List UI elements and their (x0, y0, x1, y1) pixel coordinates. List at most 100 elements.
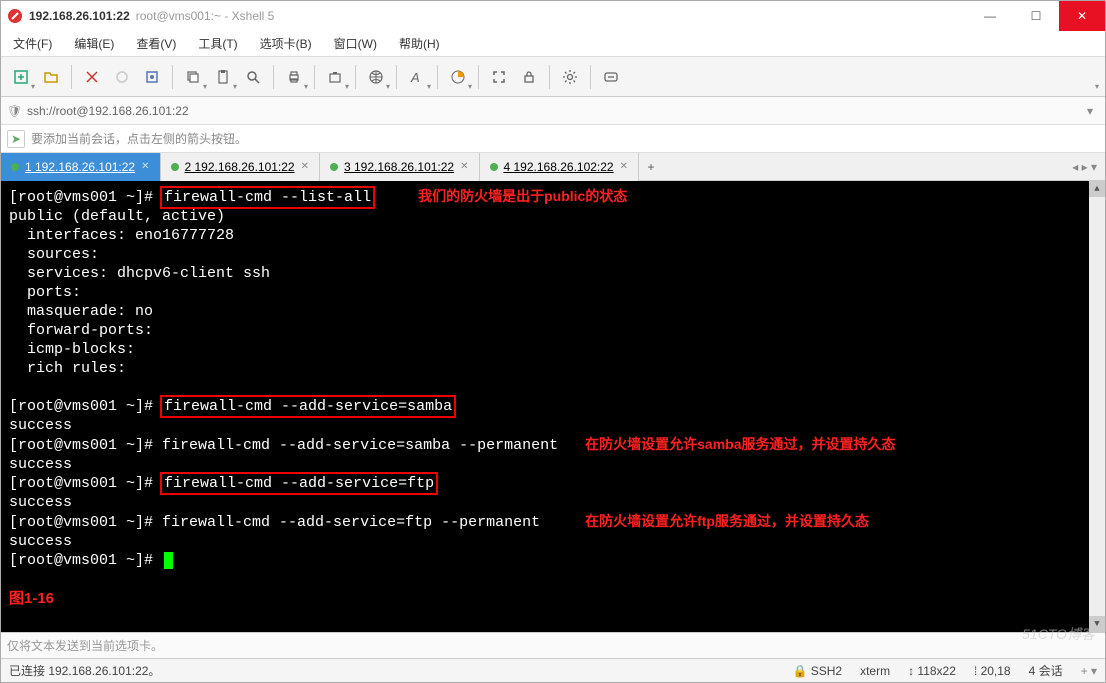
reconnect-button[interactable] (78, 63, 106, 91)
tab-label: 2 192.168.26.101:22 (185, 160, 295, 174)
session-tab-4[interactable]: 4 192.168.26.102:22 ✕ (480, 153, 640, 181)
toolbar: A (1, 57, 1105, 97)
scroll-up-icon[interactable]: ▲ (1089, 181, 1105, 197)
status-connection: 已连接 192.168.26.101:22。 (9, 662, 160, 679)
cmd-list-all: firewall-cmd --list-all (162, 188, 373, 207)
menu-edit[interactable]: 编辑(E) (70, 33, 118, 54)
terminal-output: public (default, active) interfaces: eno… (9, 208, 270, 377)
tabbar: 1 192.168.26.101:22 ✕ 2 192.168.26.101:2… (1, 153, 1105, 181)
status-cursor-pos: ⁞ 20,18 (974, 664, 1011, 678)
color-button[interactable] (444, 63, 472, 91)
terminal-prompt: [root@vms001 ~]# (9, 437, 162, 454)
status-dot-icon (171, 163, 179, 171)
maximize-button[interactable]: ☐ (1013, 1, 1059, 31)
terminal-output: success (9, 456, 72, 473)
terminal-output: success (9, 417, 72, 434)
new-tab-button[interactable]: + (639, 160, 663, 174)
status-term-type: xterm (860, 664, 890, 678)
menu-file[interactable]: 文件(F) (9, 33, 56, 54)
titlebar: 192.168.26.101:22 root@vms001:~ - Xshell… (1, 1, 1105, 31)
address-dropdown[interactable]: ▾ (1081, 104, 1099, 118)
window-title-host: 192.168.26.101:22 (29, 9, 130, 23)
toolbar-separator (396, 65, 397, 89)
menu-help[interactable]: 帮助(H) (395, 33, 444, 54)
cmd-add-samba-perm: firewall-cmd --add-service=samba --perma… (162, 437, 558, 454)
window-title-sub: root@vms001:~ - Xshell 5 (136, 9, 275, 23)
toolbar-separator (172, 65, 173, 89)
cursor (164, 552, 173, 569)
session-tab-2[interactable]: 2 192.168.26.101:22 ✕ (161, 153, 321, 181)
menu-tabs[interactable]: 选项卡(B) (256, 33, 316, 54)
toolbar-separator (478, 65, 479, 89)
tab-label: 4 192.168.26.102:22 (504, 160, 614, 174)
session-tab-3[interactable]: 3 192.168.26.101:22 ✕ (320, 153, 480, 181)
tab-close-icon[interactable]: ✕ (460, 161, 468, 172)
lock-button[interactable] (515, 63, 543, 91)
scroll-track[interactable] (1089, 197, 1105, 616)
menu-window[interactable]: 窗口(W) (330, 33, 381, 54)
font-button[interactable]: A (403, 63, 431, 91)
toolbar-separator (71, 65, 72, 89)
send-bar-text: 仅将文本发送到当前选项卡。 (7, 637, 163, 654)
copy-button[interactable] (179, 63, 207, 91)
tab-nav-arrows[interactable]: ◂ ▸ ▾ (1064, 160, 1105, 174)
tab-close-icon[interactable]: ✕ (620, 161, 628, 172)
status-overflow[interactable]: + ▾ (1081, 664, 1097, 678)
session-tab-1[interactable]: 1 192.168.26.101:22 ✕ (1, 153, 161, 181)
cmd-add-samba: firewall-cmd --add-service=samba (162, 397, 454, 416)
watermark: 51CTO博客 (1022, 624, 1095, 644)
cmd-add-ftp: firewall-cmd --add-service=ftp (162, 474, 436, 493)
address-bar: 🛡 ssh://root@192.168.26.101:22 ▾ (1, 97, 1105, 125)
figure-label: 图1-16 (9, 590, 54, 607)
tab-close-icon[interactable]: ✕ (301, 161, 309, 172)
fullscreen-button[interactable] (485, 63, 513, 91)
tab-label: 1 192.168.26.101:22 (25, 160, 135, 174)
settings-button[interactable] (556, 63, 584, 91)
close-button[interactable]: ✕ (1059, 1, 1105, 31)
status-dot-icon (11, 163, 19, 171)
terminal-prompt: [root@vms001 ~]# (9, 475, 162, 492)
compose-button[interactable] (597, 63, 625, 91)
menubar: 文件(F) 编辑(E) 查看(V) 工具(T) 选项卡(B) 窗口(W) 帮助(… (1, 31, 1105, 57)
open-session-button[interactable] (37, 63, 65, 91)
minimize-button[interactable]: — (967, 1, 1013, 31)
add-session-arrow-icon[interactable]: ➤ (7, 130, 25, 148)
ftp-button[interactable] (321, 63, 349, 91)
properties-button[interactable] (138, 63, 166, 91)
hint-bar: ➤ 要添加当前会话，点击左侧的箭头按钮。 (1, 125, 1105, 153)
annotation-ftp: 在防火墙设置允许ftp服务通过，并设置持久态 (585, 513, 869, 529)
terminal-prompt: [root@vms001 ~]# (9, 189, 162, 206)
tab-close-icon[interactable]: ✕ (141, 161, 149, 172)
toolbar-separator (590, 65, 591, 89)
toolbar-separator (355, 65, 356, 89)
status-dot-icon (490, 163, 498, 171)
menu-view[interactable]: 查看(V) (132, 33, 180, 54)
hint-text: 要添加当前会话，点击左侧的箭头按钮。 (31, 130, 247, 147)
lock-icon: 🛡 (7, 104, 23, 118)
print-button[interactable] (280, 63, 308, 91)
address-url[interactable]: ssh://root@192.168.26.101:22 (27, 104, 1081, 118)
svg-text:A: A (410, 70, 420, 85)
terminal-prompt: [root@vms001 ~]# (9, 398, 162, 415)
terminal-prompt: [root@vms001 ~]# (9, 552, 162, 569)
terminal-prompt: [root@vms001 ~]# (9, 514, 162, 531)
cmd-add-ftp-perm: firewall-cmd --add-service=ftp --permane… (162, 514, 540, 531)
toolbar-separator (314, 65, 315, 89)
status-protocol: 🔒 SSH2 (792, 664, 842, 678)
app-icon (7, 8, 23, 24)
send-bar[interactable]: 仅将文本发送到当前选项卡。 (1, 632, 1105, 658)
disconnect-button[interactable] (108, 63, 136, 91)
status-dot-icon (330, 163, 338, 171)
terminal[interactable]: [root@vms001 ~]# firewall-cmd --list-all… (1, 181, 1105, 632)
terminal-output: success (9, 494, 72, 511)
paste-button[interactable] (209, 63, 237, 91)
toolbar-separator (549, 65, 550, 89)
terminal-output: success (9, 533, 72, 550)
find-button[interactable] (239, 63, 267, 91)
toolbar-separator (273, 65, 274, 89)
new-session-button[interactable] (7, 63, 35, 91)
terminal-scrollbar[interactable]: ▲ ▼ (1089, 181, 1105, 632)
globe-button[interactable] (362, 63, 390, 91)
toolbar-overflow[interactable] (1071, 63, 1099, 91)
menu-tools[interactable]: 工具(T) (194, 33, 241, 54)
